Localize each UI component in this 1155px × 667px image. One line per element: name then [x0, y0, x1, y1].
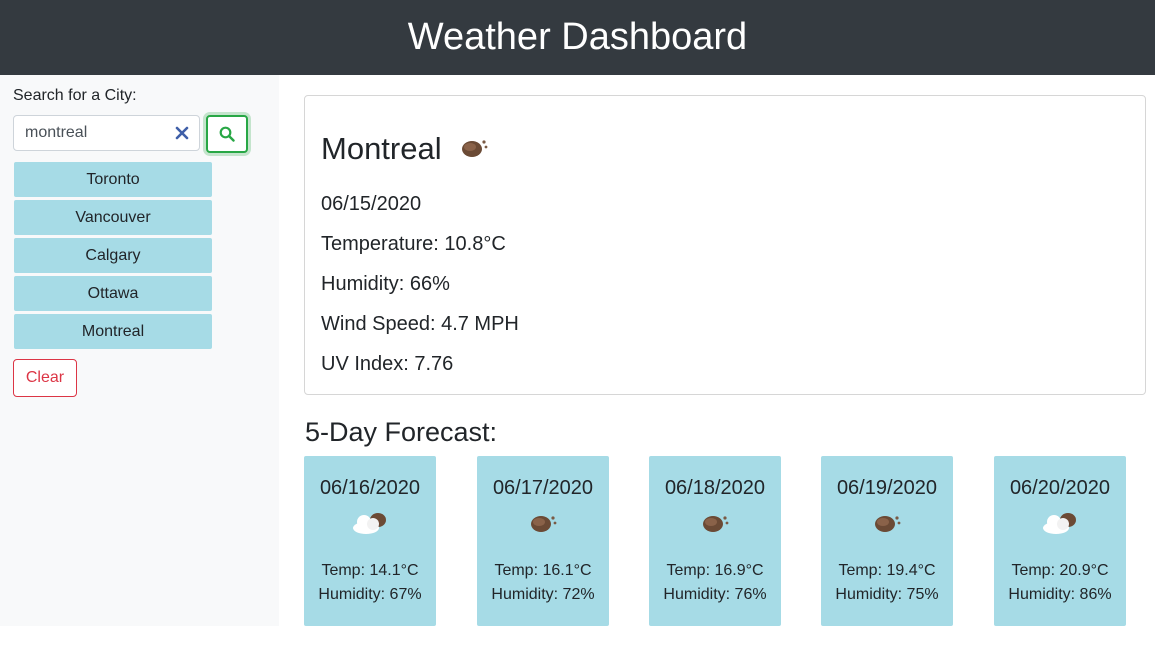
forecast-temp: Temp: 20.9°C [1011, 562, 1109, 579]
forecast-humidity: Humidity: 86% [1008, 586, 1112, 603]
forecast-card: 06/20/2020 Temp: 20.9°C Humidity: 86% [994, 456, 1126, 626]
forecast-date: 06/17/2020 [492, 477, 594, 499]
forecast-humidity: Humidity: 72% [491, 586, 595, 603]
city-item-montreal[interactable]: Montreal [14, 314, 212, 349]
forecast-humidity: Humidity: 75% [835, 586, 939, 603]
current-humidity: Humidity: 66% [321, 273, 450, 295]
forecast-title: 5-Day Forecast: [305, 417, 498, 447]
forecast-date: 06/19/2020 [836, 477, 938, 499]
forecast-card: 06/16/2020 Temp: 14.1°C Humidity: 67% [304, 456, 436, 626]
rain-icon [703, 516, 729, 532]
app-header: Weather Dashboard [0, 0, 1155, 75]
forecast-date: 06/16/2020 [319, 477, 421, 499]
forecast-temp: Temp: 19.4°C [838, 562, 936, 579]
forecast-card: 06/19/2020 Temp: 19.4°C Humidity: 75% [821, 456, 953, 626]
rain-icon [531, 516, 557, 532]
city-item-ottawa[interactable]: Ottawa [14, 276, 212, 311]
search-label: Search for a City: [13, 87, 137, 104]
clear-button[interactable]: Clear [13, 359, 77, 397]
forecast-humidity: Humidity: 67% [318, 586, 422, 603]
search-button[interactable] [206, 115, 248, 153]
current-wind-speed: Wind Speed: 4.7 MPH [321, 313, 519, 335]
rain-icon [462, 140, 488, 157]
forecast-temp: Temp: 16.1°C [494, 562, 592, 579]
city-item-vancouver[interactable]: Vancouver [14, 200, 212, 235]
page-title: Weather Dashboard [407, 16, 748, 58]
forecast-date: 06/20/2020 [1009, 477, 1111, 499]
cloud-icon [1043, 513, 1076, 534]
forecast-date: 06/18/2020 [664, 477, 766, 499]
forecast-humidity: Humidity: 76% [663, 586, 767, 603]
current-temperature: Temperature: 10.8°C [321, 233, 506, 255]
forecast-temp: Temp: 14.1°C [321, 562, 419, 579]
forecast-card: 06/17/2020 Temp: 16.1°C Humidity: 72% [477, 456, 609, 626]
forecast-card: 06/18/2020 Temp: 16.9°C Humidity: 76% [649, 456, 781, 626]
search-field[interactable] [13, 115, 200, 151]
current-date: 06/15/2020 [321, 193, 422, 215]
rain-icon [875, 516, 901, 532]
city-item-calgary[interactable]: Calgary [14, 238, 212, 273]
forecast-temp: Temp: 16.9°C [666, 562, 764, 579]
search-input[interactable] [25, 123, 175, 143]
city-item-toronto[interactable]: Toronto [14, 162, 212, 197]
cloud-icon [353, 513, 386, 534]
close-icon[interactable] [174, 125, 190, 141]
current-weather-card: Montreal 06/15/2020 Temperature: 10.8°C … [304, 95, 1146, 395]
sidebar: Search for a City: Toronto Vancouver Cal… [0, 75, 279, 626]
city-history-list: Toronto Vancouver Calgary Ottawa Montrea… [14, 162, 212, 352]
search-icon [219, 126, 235, 142]
current-city-name: Montreal [321, 131, 442, 166]
current-uv-index: UV Index: 7.76 [321, 353, 454, 375]
